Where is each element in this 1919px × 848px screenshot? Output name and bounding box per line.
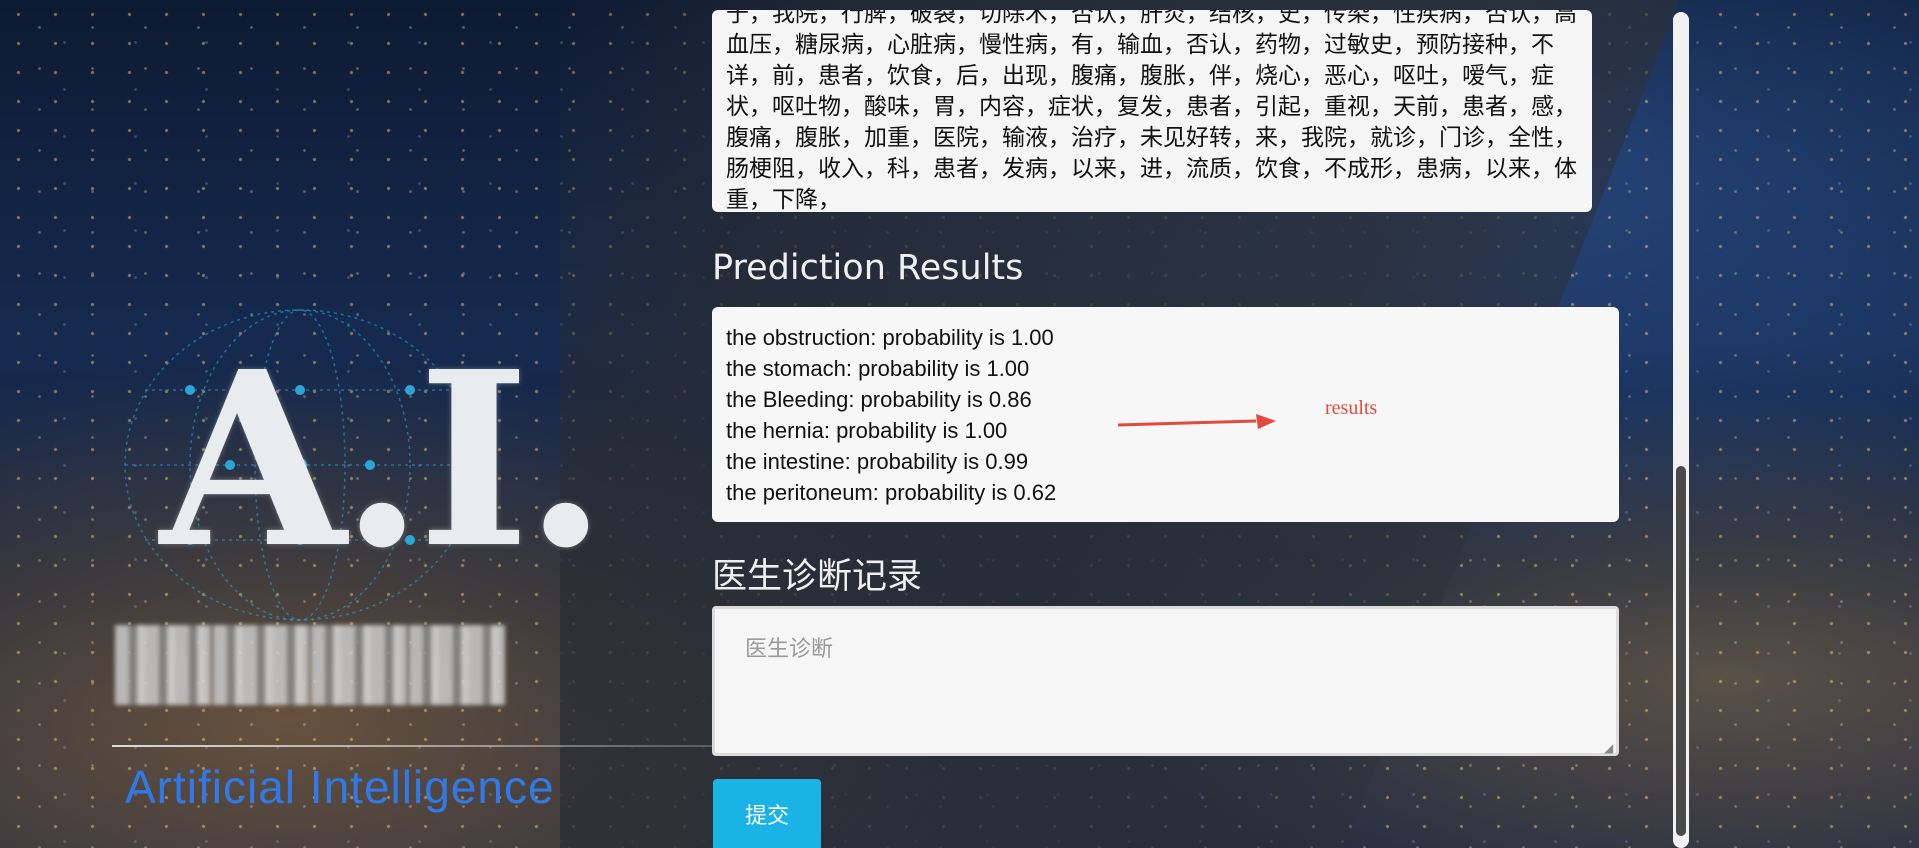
result-line: the Bleeding: probability is 0.86	[726, 387, 1032, 412]
result-line: the obstruction: probability is 1.00	[726, 325, 1054, 350]
brand-logo: A.I. Artificial Intelligence	[100, 280, 712, 820]
prediction-results-title: Prediction Results	[712, 248, 1024, 288]
ai-logo-letters: A.I.	[160, 319, 608, 601]
medical-record-textbox[interactable]: 于，我院，行脾，破裂，切除术，否认，肝炎，结核，史，传染，性疾病，否认，高血压，…	[712, 10, 1592, 212]
result-line: the intestine: probability is 0.99	[726, 449, 1029, 474]
annotation-arrow-icon	[1118, 414, 1276, 429]
main-panel: 于，我院，行脾，破裂，切除术，否认，肝炎，结核，史，传染，性疾病，否认，高血压，…	[712, 0, 1622, 848]
doctor-diagnosis-input[interactable]	[712, 606, 1619, 756]
prediction-results-box: the obstruction: probability is 1.00 the…	[712, 307, 1619, 522]
result-line: the peritoneum: probability is 0.62	[726, 480, 1057, 505]
brand-subtitle: Artificial Intelligence	[125, 761, 555, 813]
medical-record-text: 于，我院，行脾，破裂，切除术，否认，肝炎，结核，史，传染，性疾病，否认，高血压，…	[726, 10, 1577, 212]
annotation-label: results	[1325, 397, 1378, 419]
result-line: the stomach: probability is 1.00	[726, 356, 1030, 381]
pixelated-logo-text	[115, 625, 505, 705]
brand-divider	[112, 745, 712, 747]
submit-button[interactable]: 提交	[713, 779, 821, 848]
doctor-record-title: 医生诊断记录	[712, 557, 923, 597]
scrollbar-thumb[interactable]	[1676, 466, 1686, 836]
resize-handle-icon[interactable]: ◢	[1604, 741, 1616, 755]
